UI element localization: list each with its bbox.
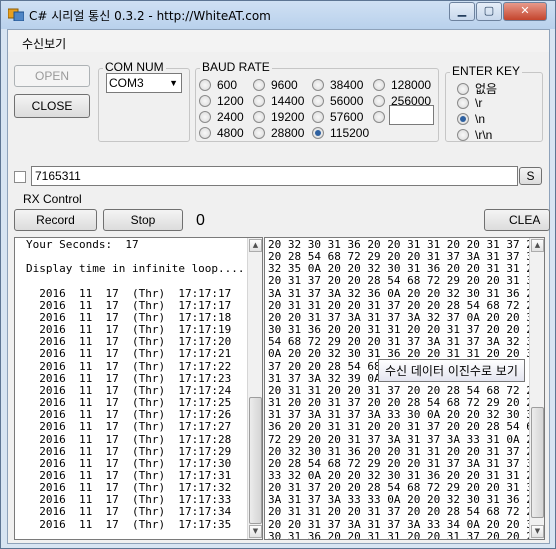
rx-counter: 0 — [196, 212, 205, 229]
clear-button[interactable]: CLEA — [484, 209, 550, 231]
enter-radio-rn[interactable]: \r\n — [457, 128, 492, 142]
baud-radio-57600[interactable]: 57600 — [312, 110, 363, 124]
enter-key-group: ENTER KEY 없음 \r \n \r\n — [445, 64, 543, 142]
baud-radio-19200[interactable]: 19200 — [253, 110, 304, 124]
baud-radio-2400[interactable]: 2400 — [199, 110, 244, 124]
baud-rate-group: BAUD RATE 600 9600 38400 128000 1200 144… — [195, 60, 439, 142]
baud-radio-38400[interactable]: 38400 — [312, 78, 363, 92]
scroll-up-icon[interactable]: ▲ — [249, 239, 262, 252]
open-button[interactable]: OPEN — [14, 65, 90, 87]
close-window-button[interactable]: ✕ — [503, 2, 547, 21]
menu-bar: 수신보기 — [8, 30, 549, 52]
hex-log: 20 32 30 31 36 20 20 31 31 20 20 31 37 2… — [268, 238, 540, 540]
com-port-value: COM3 — [109, 76, 144, 90]
send-s-button[interactable]: S — [519, 167, 542, 185]
text-log: Your Seconds: 17 Display time in infinit… — [26, 238, 245, 531]
baud-radio-128000[interactable]: 128000 — [373, 78, 431, 92]
binary-view-tooltip: 수신 데이터 이진수로 보기 — [378, 359, 525, 382]
close-port-button[interactable]: CLOSE — [14, 94, 90, 118]
window-title: C# 시리얼 통신 0.3.2 - http://WhiteAT.com — [29, 9, 271, 23]
enter-key-label: ENTER KEY — [450, 64, 523, 78]
minimize-button[interactable]: ▁ — [449, 2, 475, 21]
stop-button[interactable]: Stop — [103, 209, 183, 231]
maximize-button[interactable]: ▢ — [476, 2, 502, 21]
client-area: 수신보기 OPEN CLOSE COM NUM COM3 ▼ BAUD RATE… — [7, 29, 550, 544]
baud-radio-4800[interactable]: 4800 — [199, 126, 244, 140]
enter-radio-r[interactable]: \r — [457, 96, 482, 110]
scroll-down-icon[interactable]: ▼ — [249, 525, 262, 538]
title-bar[interactable]: C# 시리얼 통신 0.3.2 - http://WhiteAT.com ▁ ▢… — [1, 1, 555, 29]
enter-radio-none[interactable]: 없음 — [457, 80, 497, 97]
hex-scrollbar[interactable]: ▲ ▼ — [529, 238, 544, 539]
hex-scroll-thumb[interactable] — [531, 407, 544, 518]
rx-control-label: RX Control — [23, 192, 82, 206]
text-scrollbar[interactable]: ▲ ▼ — [247, 238, 262, 539]
baud-radio-1200[interactable]: 1200 — [199, 94, 244, 108]
baud-radio-115200[interactable]: 115200 — [312, 126, 369, 140]
baud-rate-label: BAUD RATE — [200, 60, 272, 74]
send-input[interactable]: 7165311 — [31, 166, 518, 186]
app-icon — [8, 8, 24, 21]
baud-radio-14400[interactable]: 14400 — [253, 94, 304, 108]
custom-baud-input[interactable] — [389, 105, 434, 125]
baud-radio-9600[interactable]: 9600 — [253, 78, 298, 92]
menu-item-receive-view[interactable]: 수신보기 — [22, 35, 66, 52]
chevron-down-icon: ▼ — [169, 78, 178, 88]
text-receive-panel[interactable]: Your Seconds: 17 Display time in infinit… — [14, 237, 263, 540]
text-scroll-thumb[interactable] — [249, 397, 262, 524]
send-checkbox[interactable] — [14, 171, 26, 183]
com-num-group: COM NUM COM3 ▼ — [98, 60, 190, 142]
baud-radio-56000[interactable]: 56000 — [312, 94, 363, 108]
baud-radio-600[interactable]: 600 — [199, 78, 237, 92]
com-port-select[interactable]: COM3 ▼ — [106, 73, 182, 93]
scroll-down-icon[interactable]: ▼ — [531, 525, 544, 538]
main-window: C# 시리얼 통신 0.3.2 - http://WhiteAT.com ▁ ▢… — [0, 0, 556, 549]
com-num-label: COM NUM — [103, 60, 166, 74]
record-button[interactable]: Record — [14, 209, 97, 231]
enter-radio-n[interactable]: \n — [457, 112, 485, 126]
scroll-up-icon[interactable]: ▲ — [531, 239, 544, 252]
baud-radio-28800[interactable]: 28800 — [253, 126, 304, 140]
hex-receive-panel[interactable]: 20 32 30 31 36 20 20 31 31 20 20 31 37 2… — [264, 237, 545, 540]
